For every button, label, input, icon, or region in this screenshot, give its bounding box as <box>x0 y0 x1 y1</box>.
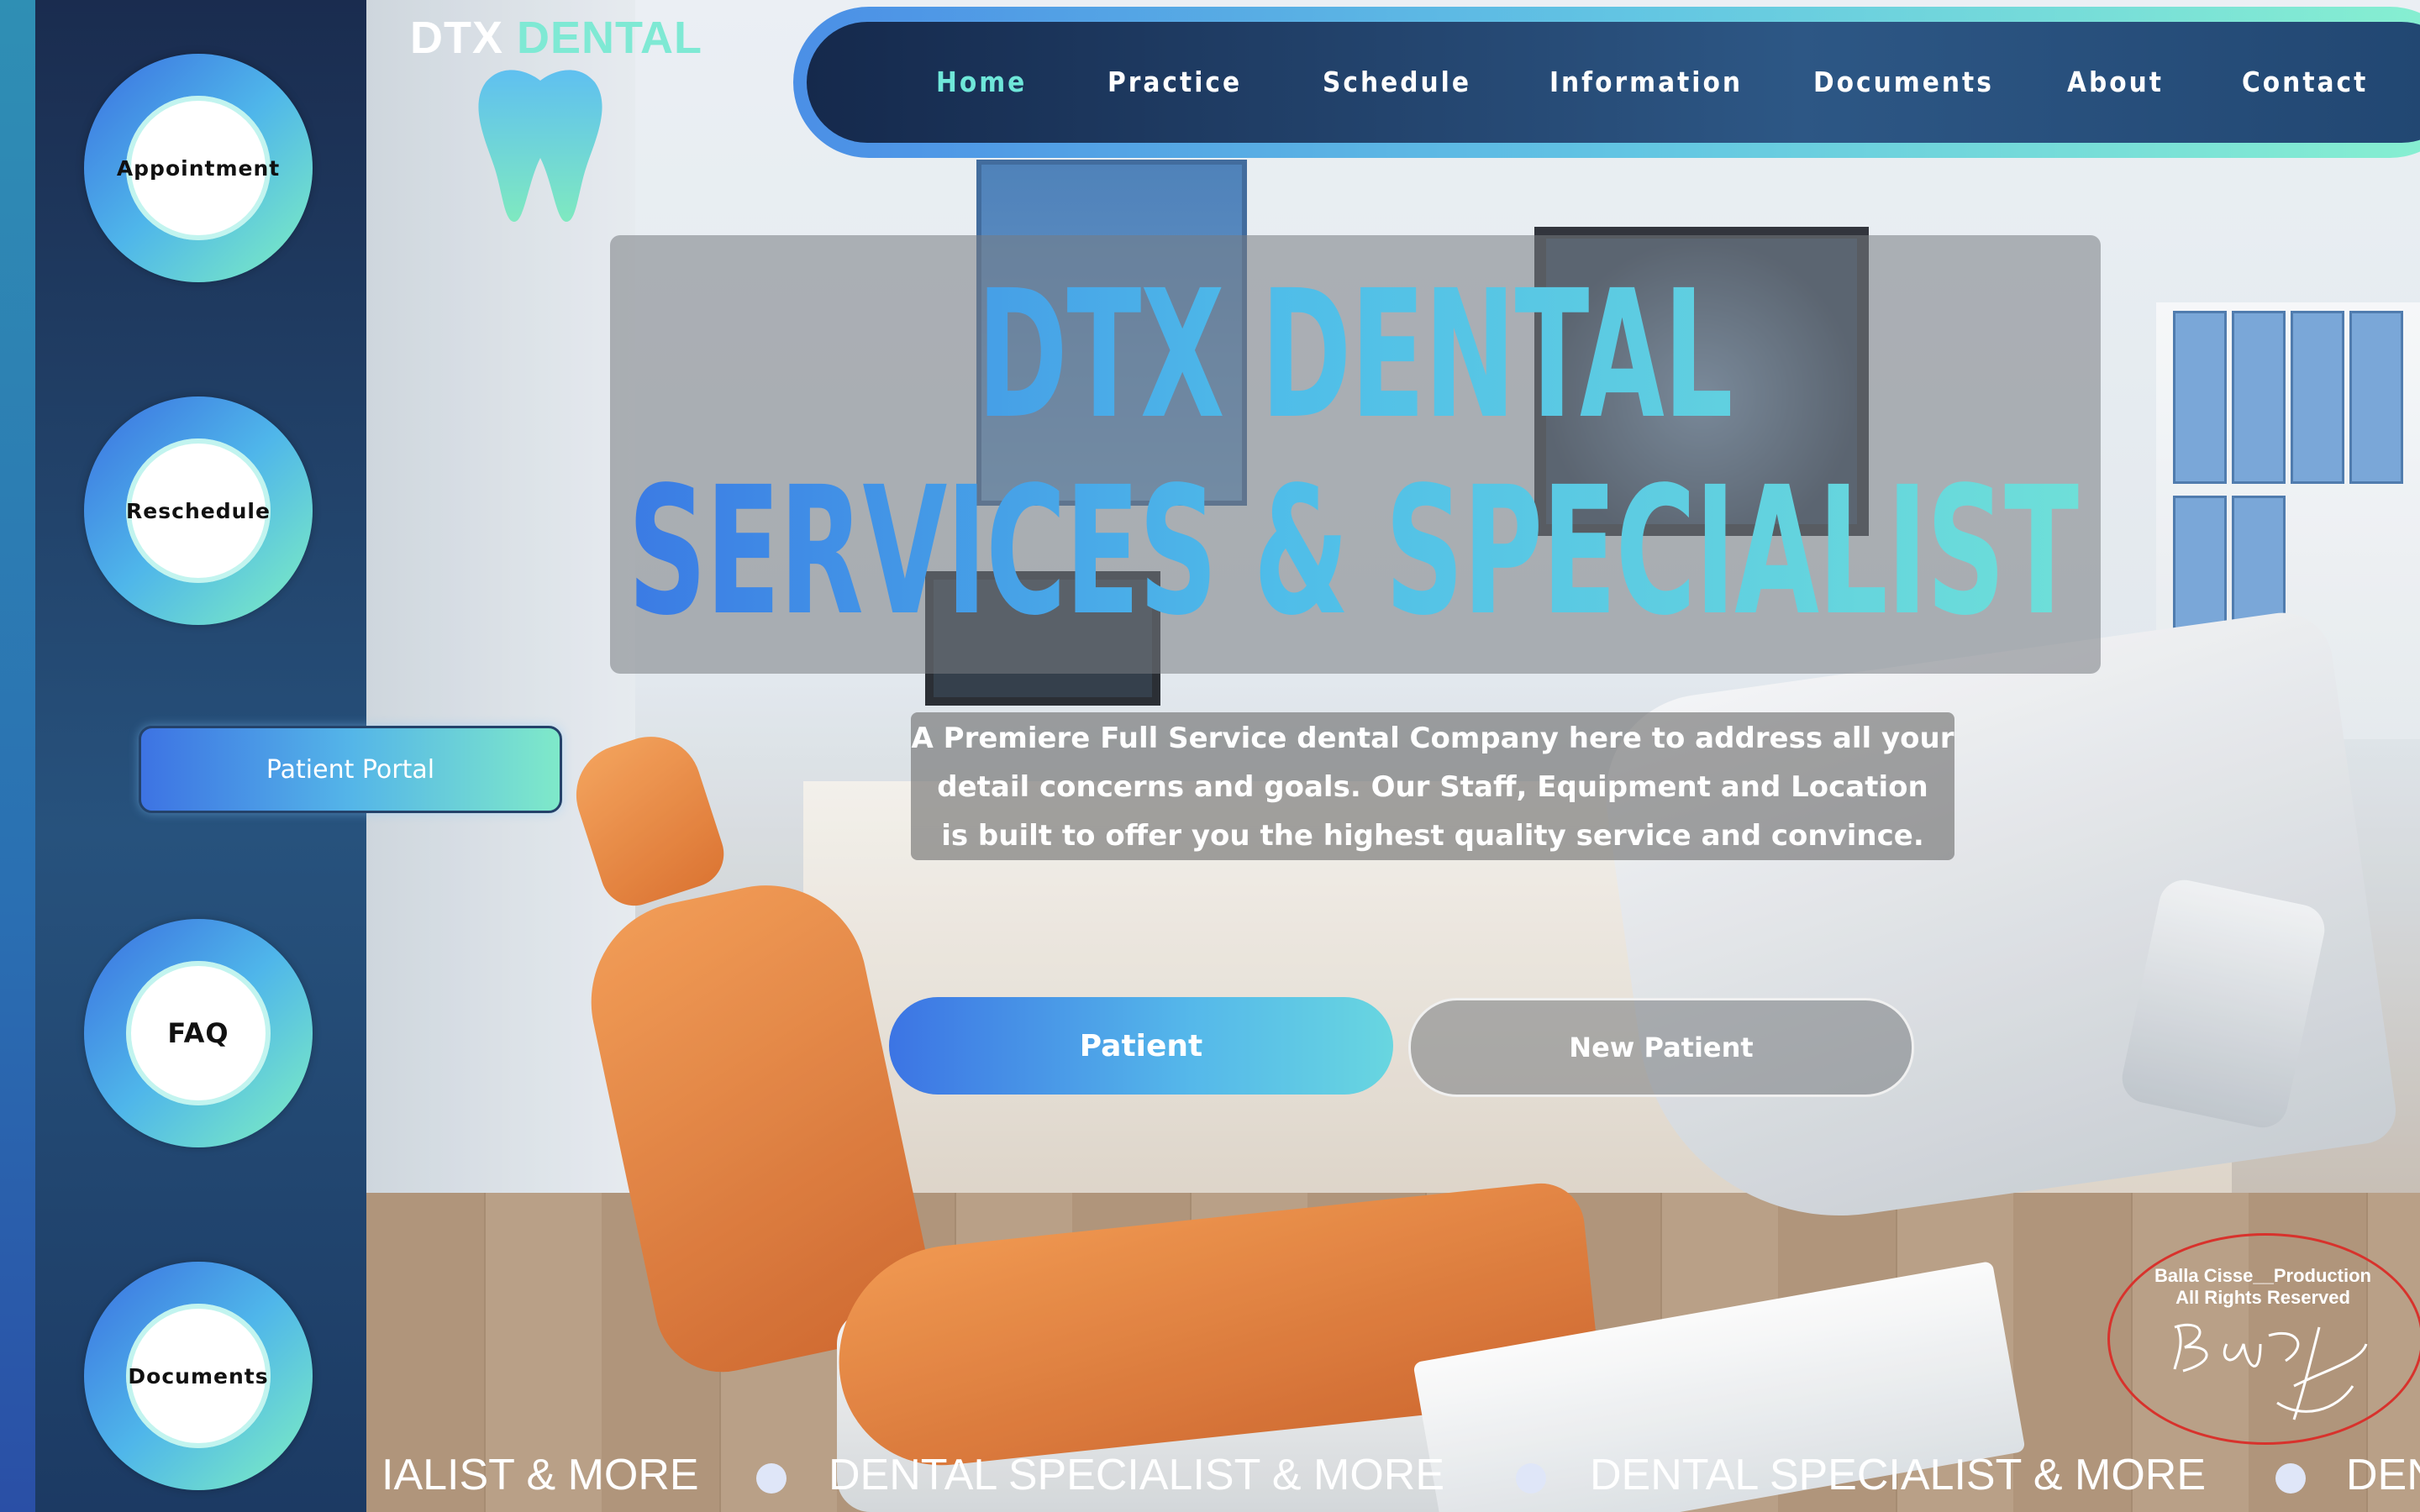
nav-information[interactable]: Information <box>1549 22 1743 143</box>
new-patient-button[interactable]: New Patient <box>1408 998 1914 1097</box>
marquee-dot <box>1516 1463 1546 1494</box>
appointment-label: Appointment <box>117 96 279 240</box>
nav-bar: Home Practice Schedule Information Docum… <box>807 22 2420 143</box>
nav-practice[interactable]: Practice <box>1107 22 1242 143</box>
stamp-rights-text: All Rights Reserved <box>2175 1287 2350 1308</box>
stamp-production-text: Balla Cisse__Production <box>2154 1265 2371 1286</box>
marquee-item: IALIST & MORE <box>381 1451 699 1499</box>
marquee-item: DEN <box>2346 1451 2420 1499</box>
patient-portal-button[interactable]: Patient Portal <box>139 726 562 813</box>
faq-circle-button[interactable]: FAQ <box>84 919 313 1147</box>
marquee-item: DENTAL SPECIALIST & MORE <box>829 1451 1445 1499</box>
tooth-logo-icon <box>478 70 602 223</box>
documents-circle-button[interactable]: Documents <box>84 1262 313 1490</box>
services-marquee: IALIST & MORE DENTAL SPECIALIST & MORE D… <box>366 1446 2420 1512</box>
nav-documents[interactable]: Documents <box>1813 22 1994 143</box>
nav-schedule[interactable]: Schedule <box>1323 22 1471 143</box>
hero-title-line1: DTX DENTAL <box>604 267 2105 444</box>
reschedule-label: Reschedule <box>126 438 271 583</box>
signature-icon <box>2173 1323 2368 1420</box>
hero-description: A Premiere Full Service dental Company h… <box>911 714 1954 860</box>
hero-description-line: detail concerns and goals. Our Staff, Eq… <box>937 770 1928 804</box>
patient-button[interactable]: Patient <box>889 997 1393 1095</box>
appointment-circle-button[interactable]: Appointment <box>84 54 313 282</box>
nav-contact[interactable]: Contact <box>2242 22 2368 143</box>
hero-description-line: is built to offer you the highest qualit… <box>941 819 1924 853</box>
left-accent-strip <box>0 0 35 1512</box>
marquee-dot <box>2275 1463 2306 1494</box>
hero-title-line2: SERVICES & SPECIALIST <box>602 464 2103 640</box>
logo-text-dtx: DTX <box>410 13 503 63</box>
nav-about[interactable]: About <box>2067 22 2164 143</box>
site-logo[interactable]: DTX DENTAL <box>410 12 702 64</box>
hero-description-line: A Premiere Full Service dental Company h… <box>911 722 1954 755</box>
marquee-item: DENTAL SPECIALIST & MORE <box>1590 1451 2207 1499</box>
logo-text-dental: DENTAL <box>517 13 702 63</box>
faq-label: FAQ <box>126 961 271 1105</box>
marquee-dot <box>756 1463 786 1494</box>
nav-home[interactable]: Home <box>936 22 1027 143</box>
documents-label: Documents <box>126 1304 271 1448</box>
reschedule-circle-button[interactable]: Reschedule <box>84 396 313 625</box>
